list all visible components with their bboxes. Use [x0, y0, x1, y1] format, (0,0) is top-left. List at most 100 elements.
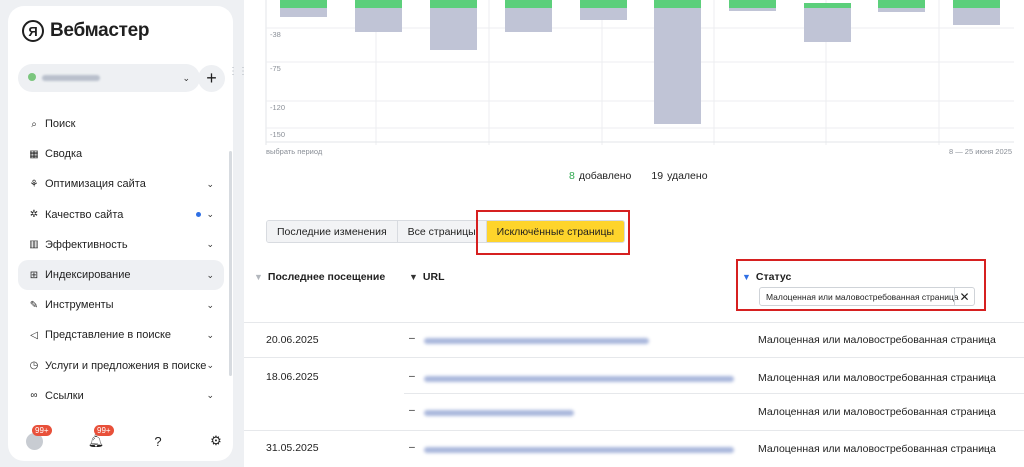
search-icon: ⌕ — [31, 118, 37, 130]
add-site-button[interactable]: + — [198, 65, 225, 92]
more-icon[interactable]: ⋯ — [978, 371, 990, 384]
clock-icon: ◷ — [29, 360, 39, 372]
row-divider — [244, 357, 1024, 358]
y-tick-label: -120 — [270, 103, 285, 112]
sidebar-item-efficiency[interactable]: ▥ Эффективность ⌄ — [18, 230, 224, 260]
sidebar-item-label: Ссылки — [45, 389, 84, 402]
bar-added — [355, 0, 402, 8]
sidebar-item-label: Эффективность — [45, 238, 128, 251]
main-content: -38 -75 -120 -150 выбрать период 8 — 25 … — [244, 0, 1024, 467]
site-status-dot — [28, 73, 36, 81]
chevron-down-icon: ⌄ — [206, 360, 214, 371]
bar-added — [654, 0, 701, 8]
row-divider — [244, 430, 1024, 431]
chevron-down-icon: ⌄ — [206, 269, 214, 280]
sidebar: Я Вебмастер ⌄ + ⌕ Поиск ▦ Сводка ⚘ Оптимиза… — [8, 6, 233, 461]
chevron-down-icon: ⌄ — [206, 239, 214, 250]
more-icon[interactable]: ⋯ — [978, 405, 990, 418]
y-tick-label: -150 — [270, 130, 285, 139]
site-selector[interactable]: ⌄ — [18, 64, 200, 92]
row-url-redacted[interactable] — [424, 338, 649, 344]
bar-removed — [355, 8, 402, 32]
logo[interactable]: Я Вебмастер — [22, 20, 150, 42]
notifications-button[interactable]: 🔔︎ 99+ — [84, 425, 114, 453]
filter-icon[interactable]: ▼ — [409, 272, 418, 282]
bar-removed — [580, 8, 627, 20]
sidebar-item-services[interactable]: ◷ Услуги и предложения в поиске ⌄ — [18, 351, 224, 381]
wrench-icon: ✎ — [29, 299, 39, 311]
sidebar-item-links[interactable]: ∞ Ссылки ⌄ — [18, 381, 224, 411]
chevron-down-icon: ⌄ — [206, 299, 214, 310]
sidebar-item-label: Сводка — [45, 148, 83, 161]
notifications-badge: 99+ — [94, 425, 114, 436]
grid-icon: ▦ — [29, 148, 39, 160]
gear-icon: ⚙ — [210, 433, 222, 448]
sidebar-scrollbar[interactable] — [229, 151, 232, 376]
profile-button[interactable]: 99+ — [22, 425, 52, 453]
chevron-down-icon: ⌄ — [182, 72, 190, 83]
row-dash: – — [409, 404, 415, 416]
chevron-down-icon: ⌄ — [206, 390, 214, 401]
column-header-url[interactable]: ▼ URL — [409, 271, 445, 283]
row-status: Малоценная или маловостребованная страни… — [758, 372, 996, 384]
period-picker-link[interactable]: выбрать период — [266, 147, 322, 156]
row-url-redacted[interactable] — [424, 447, 734, 453]
sidebar-item-search[interactable]: ⌕ Поиск — [18, 109, 224, 139]
sidebar-item-label: Услуги и предложения в поиске — [45, 359, 207, 372]
sidebar-item-quality[interactable]: ✲ Качество сайта ⌄ — [18, 200, 224, 230]
sidebar-item-tools[interactable]: ✎ Инструменты ⌄ — [18, 290, 224, 320]
sidebar-item-indexing[interactable]: ⊞ Индексирование ⌄ — [18, 259, 224, 291]
added-count: 8 — [569, 170, 575, 182]
sidebar-item-label: Индексирование — [45, 269, 131, 282]
sidebar-bottom-bar: 99+ 🔔︎ 99+ ? ⚙ — [22, 425, 222, 457]
sitemap-icon: ⚘ — [29, 178, 39, 190]
bar-added — [729, 0, 776, 8]
megaphone-icon: ◁ — [30, 329, 38, 341]
sidebar-item-optimization[interactable]: ⚘ Оптимизация сайта ⌄ — [18, 169, 224, 199]
bar-removed — [505, 8, 552, 32]
bar-added — [280, 0, 327, 8]
row-dash: – — [409, 332, 415, 344]
yandex-logo-icon: Я — [22, 20, 44, 42]
more-icon[interactable]: ⋯ — [978, 442, 990, 455]
changes-chart: -38 -75 -120 -150 — [264, 0, 1014, 145]
row-divider — [244, 322, 1024, 323]
bar-chart-icon: ▥ — [29, 239, 39, 251]
bar-removed — [729, 8, 776, 11]
sidebar-item-label: Инструменты — [45, 299, 114, 312]
added-label: добавлено — [578, 170, 632, 182]
column-header-last-visit[interactable]: ▼ Последнее посещение — [254, 271, 385, 283]
removed-stat: 19 удалено — [651, 170, 707, 182]
chevron-down-icon: ⌄ — [206, 178, 214, 189]
sidebar-item-label: Представление в поиске — [45, 329, 172, 342]
bar-added — [953, 0, 1000, 8]
row-date: 31.05.2025 — [266, 442, 319, 454]
bar-removed — [280, 8, 327, 17]
bar-removed — [804, 8, 851, 42]
tab-recent-changes[interactable]: Последние изменения — [267, 221, 398, 242]
row-date: 18.06.2025 — [266, 371, 319, 383]
sidebar-item-label: Поиск — [45, 118, 76, 131]
added-stat: 8 добавлено — [569, 170, 631, 182]
sidebar-nav: ⌕ Поиск ▦ Сводка ⚘ Оптимизация сайта ⌄ ✲ Каче… — [18, 109, 224, 411]
y-tick-label: -75 — [270, 64, 281, 73]
bar-added — [505, 0, 552, 8]
row-divider — [404, 393, 1024, 394]
sidebar-item-label: Качество сайта — [45, 208, 124, 221]
row-status: Малоценная или маловостребованная страни… — [758, 406, 996, 418]
sidebar-item-search-appearance[interactable]: ◁ Представление в поиске ⌄ — [18, 320, 224, 350]
bar-removed — [654, 8, 701, 124]
site-name-redacted — [42, 75, 100, 81]
row-url-redacted[interactable] — [424, 410, 574, 416]
help-button[interactable]: ? — [146, 429, 170, 453]
removed-label: удалено — [667, 170, 708, 182]
site-name — [28, 72, 100, 84]
more-icon[interactable]: ⋯ — [978, 333, 990, 346]
filter-icon[interactable]: ▼ — [254, 272, 263, 282]
sidebar-item-summary[interactable]: ▦ Сводка — [18, 139, 224, 169]
row-url-redacted[interactable] — [424, 376, 734, 382]
settings-button[interactable]: ⚙ — [204, 429, 228, 453]
robot-icon: ⊞ — [29, 269, 39, 281]
tab-all-pages[interactable]: Все страницы — [397, 221, 487, 242]
column-header-label: URL — [422, 271, 445, 283]
